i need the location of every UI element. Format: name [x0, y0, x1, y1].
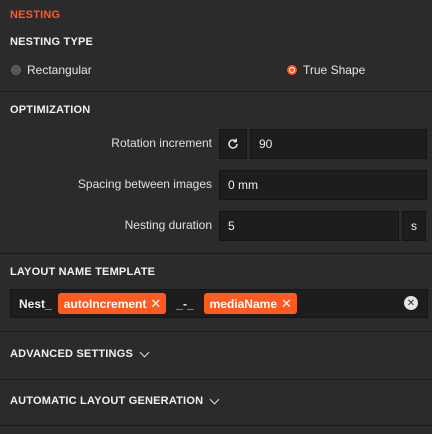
template-separator: _-_	[176, 296, 194, 311]
advanced-settings-toggle[interactable]: ADVANCED SETTINGS	[10, 347, 150, 360]
divider	[0, 253, 432, 254]
radio-true-shape-label: True Shape	[303, 63, 366, 77]
rotation-increment-value: 90	[259, 137, 273, 151]
radio-rectangular[interactable]: Rectangular	[11, 63, 92, 77]
advanced-settings-label: ADVANCED SETTINGS	[10, 348, 133, 360]
rotation-increment-input[interactable]: 90	[250, 129, 427, 159]
rotation-increment-label: Rotation increment	[111, 136, 212, 150]
nesting-type-heading: NESTING TYPE	[10, 36, 94, 48]
chip-media-name-label: mediaName	[209, 296, 277, 311]
rotate-icon	[228, 138, 238, 149]
nesting-duration-input[interactable]: 5	[219, 211, 399, 241]
divider	[0, 425, 432, 426]
close-icon[interactable]: ✕	[281, 297, 292, 310]
chip-auto-increment[interactable]: autoIncrement ✕	[57, 293, 167, 314]
optimization-heading: OPTIMIZATION	[10, 104, 91, 116]
chevron-down-icon	[139, 347, 150, 357]
duration-unit: s	[402, 211, 426, 241]
layout-name-heading: LAYOUT NAME TEMPLATE	[10, 266, 156, 278]
template-prefix: Nest_	[19, 296, 52, 311]
clear-icon[interactable]: ✕	[404, 296, 418, 310]
radio-true-shape[interactable]: True Shape	[287, 63, 365, 77]
layout-name-template-input[interactable]: Nest_ autoIncrement ✕ _-_ mediaName ✕	[10, 289, 428, 318]
auto-layout-toggle[interactable]: AUTOMATIC LAYOUT GENERATION	[10, 394, 220, 407]
chip-media-name[interactable]: mediaName ✕	[203, 293, 297, 314]
chip-auto-increment-label: autoIncrement	[63, 296, 147, 311]
spacing-input[interactable]: 0 mm	[219, 170, 427, 200]
chevron-down-icon	[209, 394, 220, 404]
spacing-label: Spacing between images	[77, 177, 212, 191]
divider	[0, 379, 432, 380]
nesting-duration-label: Nesting duration	[124, 218, 212, 232]
divider	[0, 91, 432, 92]
panel-title: NESTING	[10, 9, 61, 21]
auto-layout-label: AUTOMATIC LAYOUT GENERATION	[10, 395, 204, 407]
nesting-duration-value: 5	[228, 219, 235, 233]
radio-rectangular-indicator[interactable]	[11, 65, 21, 75]
spacing-value: 0 mm	[228, 178, 258, 192]
radio-true-shape-indicator[interactable]	[287, 65, 297, 75]
radio-rectangular-label: Rectangular	[27, 63, 92, 77]
divider	[0, 331, 432, 332]
rotate-button[interactable]	[219, 129, 247, 159]
close-icon[interactable]: ✕	[150, 297, 161, 310]
